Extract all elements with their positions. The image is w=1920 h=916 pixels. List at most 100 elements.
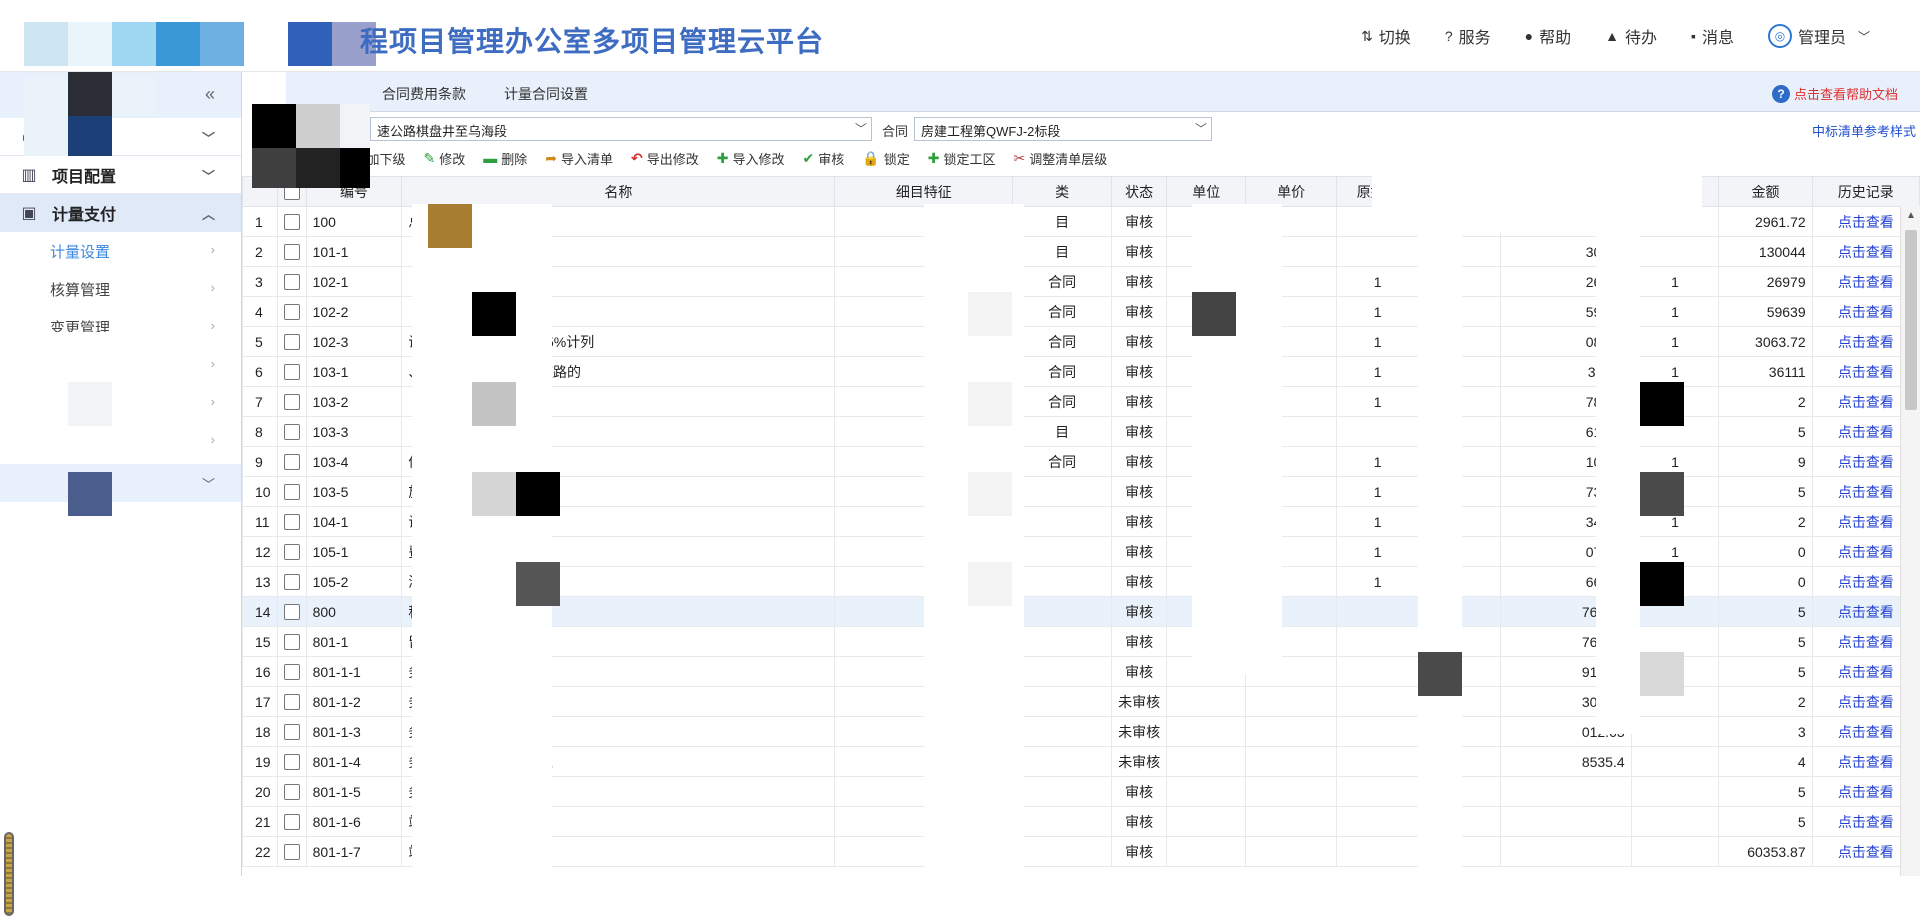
row-checkbox[interactable] [276, 776, 307, 807]
history-link[interactable]: 点击查看 [1838, 694, 1894, 710]
row-checkbox[interactable] [276, 716, 307, 747]
toolbar-button[interactable]: ➦ 导入清单 [545, 149, 613, 168]
history-link[interactable]: 点击查看 [1838, 634, 1894, 650]
row-checkbox[interactable] [276, 206, 307, 237]
row-select-checkbox[interactable] [283, 664, 300, 681]
history-link[interactable]: 点击查看 [1838, 754, 1894, 770]
sidebar-item-accounting[interactable]: 核算管理 › [0, 270, 241, 308]
row-select-checkbox[interactable] [283, 694, 300, 711]
sidebar-group-redacted[interactable]: ﹀ [0, 464, 241, 502]
contract-select[interactable]: 房建工程第QWFJ-2标段 ﹀ [914, 117, 1212, 141]
scroll-up-icon[interactable]: ▲ [1906, 210, 1916, 221]
header-menu-item[interactable]: ▪ 消息 [1691, 24, 1734, 48]
toolbar-button[interactable]: ↶ 导出修改 [631, 149, 699, 168]
history-link[interactable]: 点击查看 [1838, 244, 1894, 260]
tab-measurement-contract-settings[interactable]: 计量合同设置 [504, 84, 588, 104]
history-link[interactable]: 点击查看 [1838, 604, 1894, 620]
row-select-checkbox[interactable] [283, 754, 300, 771]
toolbar-button[interactable]: ✚ 锁定工区 [928, 149, 996, 168]
row-select-checkbox[interactable] [283, 604, 300, 621]
row-select-checkbox[interactable] [283, 304, 300, 321]
column-header-feature[interactable]: 细目特征 [834, 176, 1014, 207]
row-select-checkbox[interactable] [283, 394, 300, 411]
table-scrollbar[interactable]: ▲ [1900, 206, 1920, 876]
row-checkbox[interactable] [276, 266, 307, 297]
row-checkbox[interactable] [276, 386, 307, 417]
row-checkbox[interactable] [276, 296, 307, 327]
header-menu-item[interactable]: ▲ 待办 [1605, 24, 1657, 48]
sidebar-group-project-config[interactable]: ▥ 项目配置 ﹀ [0, 156, 241, 194]
scrollbar-thumb[interactable] [1905, 230, 1917, 410]
row-select-checkbox[interactable] [283, 244, 300, 261]
row-checkbox[interactable] [276, 746, 307, 777]
row-checkbox[interactable] [276, 626, 307, 657]
history-link[interactable]: 点击查看 [1838, 334, 1894, 350]
row-checkbox[interactable] [276, 656, 307, 687]
row-checkbox[interactable] [276, 836, 307, 867]
row-select-checkbox[interactable] [283, 514, 300, 531]
history-link[interactable]: 点击查看 [1838, 574, 1894, 590]
sidebar-group-measurement-payment[interactable]: ▣ 计量支付 ︿ [0, 194, 241, 232]
history-link[interactable]: 点击查看 [1838, 424, 1894, 440]
row-checkbox[interactable] [276, 686, 307, 717]
history-link[interactable]: 点击查看 [1838, 844, 1894, 860]
row-select-checkbox[interactable] [283, 574, 300, 591]
toolbar-button[interactable]: ✚ 导入修改 [717, 149, 785, 168]
header-menu-item[interactable]: ⇅ 切换 [1361, 24, 1411, 48]
history-link[interactable]: 点击查看 [1838, 484, 1894, 500]
project-select[interactable]: 速公路棋盘井至乌海段 ﹀ [370, 117, 872, 141]
row-checkbox[interactable] [276, 536, 307, 567]
row-select-checkbox[interactable] [283, 724, 300, 741]
row-checkbox[interactable] [276, 416, 307, 447]
column-header-name[interactable]: 名称 [401, 176, 836, 207]
toolbar-button[interactable]: ✔ 审核 [803, 149, 845, 168]
history-link[interactable]: 点击查看 [1838, 304, 1894, 320]
row-checkbox[interactable] [276, 326, 307, 357]
row-select-checkbox[interactable] [283, 844, 300, 861]
help-doc-link[interactable]: ? 点击查看帮助文档 [1771, 84, 1898, 103]
history-link[interactable]: 点击查看 [1838, 454, 1894, 470]
toolbar-button[interactable]: ✂ 调整清单层级 [1013, 149, 1107, 168]
row-checkbox[interactable] [276, 356, 307, 387]
reference-style-link[interactable]: 中标清单参考样式 [1812, 121, 1916, 140]
row-select-checkbox[interactable] [283, 814, 300, 831]
row-checkbox[interactable] [276, 806, 307, 837]
row-checkbox[interactable] [276, 566, 307, 597]
toolbar-button[interactable]: 🔒 锁定 [862, 149, 909, 168]
row-checkbox[interactable] [276, 446, 307, 477]
toolbar-button[interactable]: ▬ 删除 [483, 149, 527, 168]
column-header-unit[interactable]: 单位 [1166, 176, 1247, 207]
column-header-type[interactable]: 类 [1012, 176, 1113, 207]
collapse-sidebar-icon[interactable]: « [205, 84, 215, 105]
row-select-checkbox[interactable] [283, 484, 300, 501]
history-link[interactable]: 点击查看 [1838, 724, 1894, 740]
history-link[interactable]: 点击查看 [1838, 394, 1894, 410]
row-checkbox[interactable] [276, 236, 307, 267]
row-select-checkbox[interactable] [283, 784, 300, 801]
column-header-status[interactable]: 状态 [1111, 176, 1168, 207]
header-menu-item[interactable]: ? 服务 [1445, 24, 1491, 48]
header-menu-item[interactable]: ● 帮助 [1525, 24, 1571, 48]
row-select-checkbox[interactable] [283, 424, 300, 441]
sidebar-item-measurement-settings[interactable]: 计量设置 › [0, 232, 241, 270]
column-header-amount[interactable]: 金额 [1718, 176, 1813, 207]
sidebar-scroll-handle[interactable] [4, 832, 14, 916]
row-checkbox[interactable] [276, 476, 307, 507]
row-select-checkbox[interactable] [283, 364, 300, 381]
history-link[interactable]: 点击查看 [1838, 814, 1894, 830]
row-select-checkbox[interactable] [283, 214, 300, 231]
history-link[interactable]: 点击查看 [1838, 214, 1894, 230]
row-select-checkbox[interactable] [283, 634, 300, 651]
row-select-checkbox[interactable] [283, 274, 300, 291]
column-header-history[interactable]: 历史记录 [1811, 176, 1920, 207]
history-link[interactable]: 点击查看 [1838, 664, 1894, 680]
row-checkbox[interactable] [276, 596, 307, 627]
row-select-checkbox[interactable] [283, 334, 300, 351]
history-link[interactable]: 点击查看 [1838, 364, 1894, 380]
row-select-checkbox[interactable] [283, 544, 300, 561]
column-header-price[interactable]: 单价 [1245, 176, 1337, 207]
history-link[interactable]: 点击查看 [1838, 514, 1894, 530]
history-link[interactable]: 点击查看 [1838, 544, 1894, 560]
row-checkbox[interactable] [276, 506, 307, 537]
row-select-checkbox[interactable] [283, 454, 300, 471]
